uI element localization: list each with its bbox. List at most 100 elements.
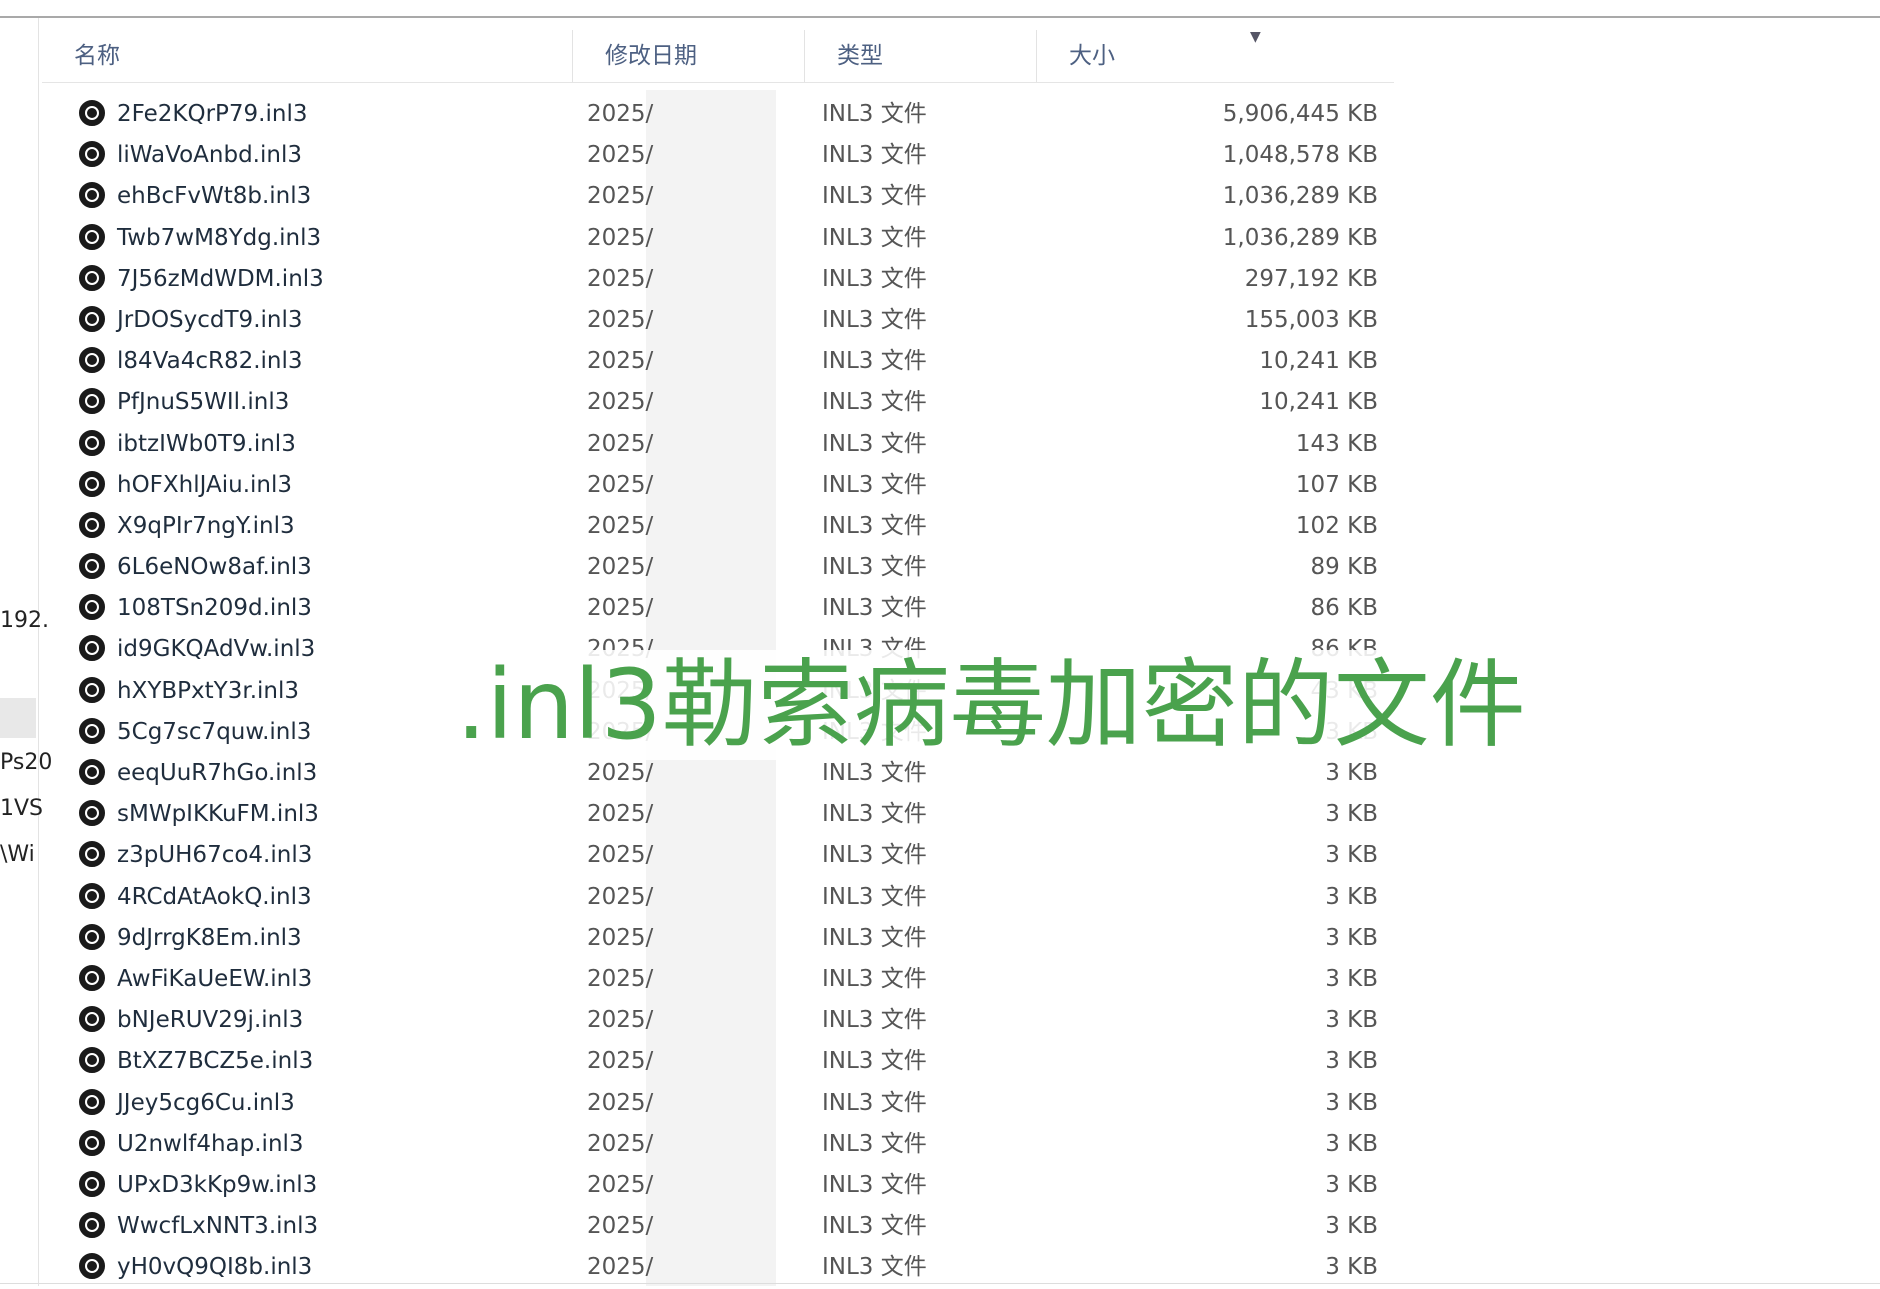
file-size: 3 KB <box>1325 1171 1378 1198</box>
file-name[interactable]: l84Va4cR82.inl3 <box>117 342 303 380</box>
inl3-file-icon <box>79 1006 105 1033</box>
file-row[interactable]: liWaVoAnbd.inl3 2025/INL3 文件 1,048,578 KB <box>42 136 1394 177</box>
file-type: INL3 文件 <box>822 101 927 127</box>
file-row[interactable]: 2Fe2KQrP79.inl3 2025/INL3 文件 5,906,445 KB <box>42 95 1394 136</box>
file-date: 2025/ <box>587 595 654 622</box>
file-row[interactable]: BtXZ7BCZ5e.inl3 2025/INL3 文件 3 KB <box>42 1042 1394 1083</box>
file-type: INL3 文件 <box>822 924 927 951</box>
column-header-date[interactable]: 修改日期 <box>572 30 804 82</box>
file-size: 3 KB <box>1325 965 1378 992</box>
file-row[interactable]: Twb7wM8Ydg.inl3 2025/INL3 文件 1,036,289 KB <box>42 219 1394 260</box>
file-type: INL3 文件 <box>822 1130 927 1157</box>
file-size: 3 KB <box>1325 842 1378 869</box>
file-name[interactable]: id9GKQAdVw.inl3 <box>117 630 315 668</box>
file-type: INL3 文件 <box>822 1213 927 1240</box>
file-row[interactable]: bNJeRUV29j.inl3 2025/INL3 文件 3 KB <box>42 1001 1394 1042</box>
inl3-file-icon <box>79 1170 105 1197</box>
file-row[interactable]: JJey5cg6Cu.inl3 2025/INL3 文件 3 KB <box>42 1084 1394 1125</box>
column-header-type[interactable]: 类型 <box>804 30 1036 82</box>
file-size: 3 KB <box>1325 1254 1378 1281</box>
file-row[interactable]: WwcfLxNNT3.inl3 2025/INL3 文件 3 KB <box>42 1207 1394 1248</box>
file-name[interactable]: sMWpIKKuFM.inl3 <box>117 795 319 833</box>
file-date: 2025/ <box>587 1048 654 1075</box>
file-row[interactable]: 6L6eNOw8af.inl3 2025/INL3 文件 89 KB <box>42 548 1394 589</box>
file-row[interactable]: U2nwlf4hap.inl3 2025/INL3 文件 3 KB <box>42 1125 1394 1166</box>
file-row[interactable]: 7J56zMdWDM.inl3 2025/INL3 文件 297,192 KB <box>42 260 1394 301</box>
file-row[interactable]: 9dJrrgK8Em.inl3 2025/INL3 文件 3 KB <box>42 919 1394 960</box>
column-header-name[interactable]: 名称 <box>42 30 572 82</box>
file-row[interactable]: PfJnuS5WIl.inl3 2025/INL3 文件 10,241 KB <box>42 383 1394 424</box>
inl3-file-icon <box>79 717 105 744</box>
file-row[interactable]: z3pUH67co4.inl3 2025/INL3 文件 3 KB <box>42 836 1394 877</box>
file-date: 2025/ <box>587 512 654 539</box>
file-name[interactable]: UPxD3kKp9w.inl3 <box>117 1166 317 1204</box>
inl3-file-icon <box>79 264 105 291</box>
file-size: 155,003 KB <box>1244 306 1378 333</box>
file-type: INL3 文件 <box>822 1007 927 1034</box>
file-size: 1,036,289 KB <box>1222 183 1378 210</box>
column-header-size[interactable]: 大小 <box>1036 30 1394 82</box>
file-row[interactable]: X9qPIr7ngY.inl3 2025/INL3 文件 102 KB <box>42 507 1394 548</box>
file-type: INL3 文件 <box>822 842 927 869</box>
file-type: INL3 文件 <box>822 595 927 622</box>
file-name[interactable]: BtXZ7BCZ5e.inl3 <box>117 1042 313 1080</box>
file-type: INL3 文件 <box>822 142 927 169</box>
file-row[interactable]: 108TSn209d.inl3 2025/INL3 文件 86 KB <box>42 589 1394 630</box>
file-name[interactable]: JrDOSycdT9.inl3 <box>117 301 303 339</box>
file-name[interactable]: 6L6eNOw8af.inl3 <box>117 548 312 586</box>
file-name[interactable]: WwcfLxNNT3.inl3 <box>117 1207 318 1245</box>
file-name[interactable]: PfJnuS5WIl.inl3 <box>117 383 289 421</box>
file-type: INL3 文件 <box>822 512 927 539</box>
file-size: 10,241 KB <box>1259 389 1378 416</box>
nav-item-fragment[interactable]: 1VS <box>0 796 43 821</box>
file-name[interactable]: bNJeRUV29j.inl3 <box>117 1001 303 1039</box>
file-name[interactable]: z3pUH67co4.inl3 <box>117 836 312 874</box>
file-row[interactable]: AwFiKaUeEW.inl3 2025/INL3 文件 3 KB <box>42 960 1394 1001</box>
file-date: 2025/ <box>587 1130 654 1157</box>
file-name[interactable]: 5Cg7sc7quw.inl3 <box>117 713 311 751</box>
file-type: INL3 文件 <box>822 471 927 498</box>
file-size: 143 KB <box>1295 430 1378 457</box>
file-name[interactable]: ehBcFvWt8b.inl3 <box>117 177 311 215</box>
caption-overlay: .inl3勒索病毒加密的文件 <box>456 649 1526 761</box>
nav-selected-item[interactable] <box>0 698 36 738</box>
file-size: 86 KB <box>1310 595 1378 622</box>
file-size: 3 KB <box>1325 883 1378 910</box>
file-name[interactable]: 9dJrrgK8Em.inl3 <box>117 919 302 957</box>
file-name[interactable]: 7J56zMdWDM.inl3 <box>117 260 324 298</box>
file-row[interactable]: ehBcFvWt8b.inl3 2025/INL3 文件 1,036,289 KB <box>42 177 1394 218</box>
file-date: 2025/ <box>587 1089 654 1116</box>
file-name[interactable]: yH0vQ9QI8b.inl3 <box>117 1248 312 1286</box>
file-date: 2025/ <box>587 306 654 333</box>
file-type: INL3 文件 <box>822 1089 927 1116</box>
file-name[interactable]: JJey5cg6Cu.inl3 <box>117 1084 295 1122</box>
file-row[interactable]: UPxD3kKp9w.inl3 2025/INL3 文件 3 KB <box>42 1166 1394 1207</box>
file-name[interactable]: ibtzIWb0T9.inl3 <box>117 425 296 463</box>
file-row[interactable]: hOFXhlJAiu.inl3 2025/INL3 文件 107 KB <box>42 466 1394 507</box>
file-name[interactable]: X9qPIr7ngY.inl3 <box>117 507 295 545</box>
file-name[interactable]: hOFXhlJAiu.inl3 <box>117 466 292 504</box>
file-name[interactable]: Twb7wM8Ydg.inl3 <box>117 219 321 257</box>
file-row[interactable]: ibtzIWb0T9.inl3 2025/INL3 文件 143 KB <box>42 425 1394 466</box>
file-name[interactable]: 2Fe2KQrP79.inl3 <box>117 95 307 133</box>
file-type: INL3 文件 <box>822 265 927 292</box>
file-name[interactable]: liWaVoAnbd.inl3 <box>117 136 302 174</box>
file-size: 3 KB <box>1325 1089 1378 1116</box>
navigation-pane[interactable]: 192. Ps20 1VS \Wi <box>0 18 52 1286</box>
file-size: 3 KB <box>1325 1213 1378 1240</box>
file-name[interactable]: 4RCdAtAokQ.inl3 <box>117 878 312 916</box>
file-name[interactable]: U2nwlf4hap.inl3 <box>117 1125 304 1163</box>
file-date: 2025/ <box>587 348 654 375</box>
file-row[interactable]: 4RCdAtAokQ.inl3 2025/INL3 文件 3 KB <box>42 878 1394 919</box>
nav-item-fragment[interactable]: \Wi <box>0 842 35 867</box>
file-name[interactable]: hXYBPxtY3r.inl3 <box>117 672 299 710</box>
file-date: 2025/ <box>587 471 654 498</box>
file-row[interactable]: JrDOSycdT9.inl3 2025/INL3 文件 155,003 KB <box>42 301 1394 342</box>
file-size: 3 KB <box>1325 1130 1378 1157</box>
inl3-file-icon <box>79 841 105 868</box>
file-name[interactable]: 108TSn209d.inl3 <box>117 589 312 627</box>
file-row[interactable]: l84Va4cR82.inl3 2025/INL3 文件 10,241 KB <box>42 342 1394 383</box>
file-name[interactable]: AwFiKaUeEW.inl3 <box>117 960 312 998</box>
file-row[interactable]: sMWpIKKuFM.inl3 2025/INL3 文件 3 KB <box>42 795 1394 836</box>
file-name[interactable]: eeqUuR7hGo.inl3 <box>117 754 317 792</box>
